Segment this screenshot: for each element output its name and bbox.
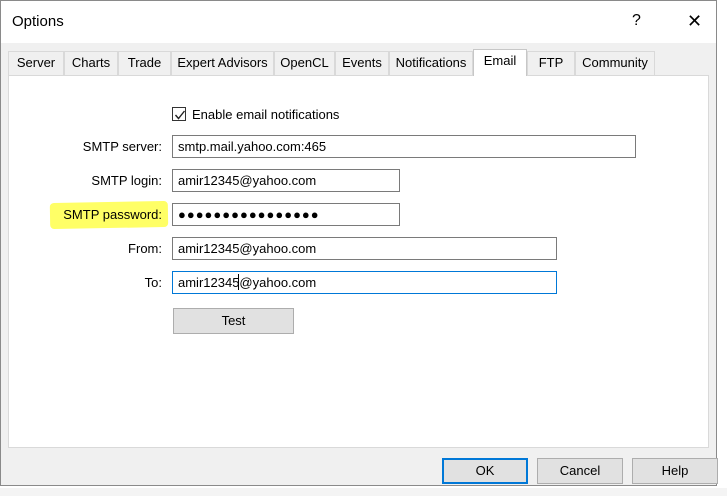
background-area [718, 0, 727, 496]
ok-button[interactable]: OK [442, 458, 528, 484]
to-label: To: [144, 275, 162, 290]
text-caret [238, 274, 239, 290]
cancel-button[interactable]: Cancel [537, 458, 623, 484]
help-question-icon[interactable]: ? [632, 12, 641, 30]
tab-trade[interactable]: Trade [118, 51, 171, 75]
to-input[interactable] [172, 271, 557, 294]
tab-email[interactable]: Email [473, 49, 527, 76]
help-button[interactable]: Help [632, 458, 718, 484]
smtp-server-label: SMTP server: [82, 139, 162, 154]
tab-events[interactable]: Events [335, 51, 389, 75]
tab-charts[interactable]: Charts [64, 51, 118, 75]
from-label: From: [128, 241, 162, 256]
tab-expert-advisors[interactable]: Expert Advisors [171, 51, 274, 75]
enable-email-checkbox[interactable] [172, 107, 186, 121]
smtp-login-input[interactable] [172, 169, 400, 192]
title-bar: Options ? ✕ [1, 1, 716, 43]
enable-email-label: Enable email notifications [192, 107, 340, 122]
tab-notifications[interactable]: Notifications [389, 51, 473, 75]
tab-opencl[interactable]: OpenCL [274, 51, 335, 75]
tab-community[interactable]: Community [575, 51, 655, 75]
tab-ftp[interactable]: FTP [527, 51, 575, 75]
background-area-bottom [0, 488, 727, 496]
tab-server[interactable]: Server [8, 51, 64, 75]
test-button[interactable]: Test [173, 308, 294, 334]
smtp-password-input[interactable] [172, 203, 400, 226]
from-input[interactable] [172, 237, 557, 260]
smtp-login-label: SMTP login: [91, 173, 162, 188]
email-settings-panel [8, 75, 709, 448]
smtp-password-label: SMTP password: [63, 207, 162, 222]
window-title: Options [12, 13, 64, 30]
smtp-server-input[interactable] [172, 135, 636, 158]
checkmark-icon [174, 110, 186, 120]
close-icon[interactable]: ✕ [687, 11, 702, 32]
